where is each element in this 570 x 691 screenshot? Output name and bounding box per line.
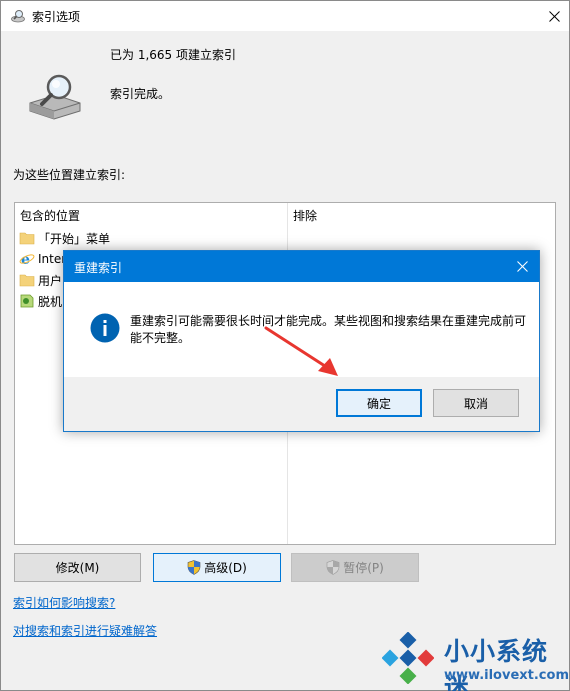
dialog-titlebar: 重建索引 [64, 251, 539, 282]
location-label: Inter [38, 252, 67, 266]
location-label: 用户 [38, 273, 63, 288]
pause-button[interactable]: 暂停(P) [291, 553, 419, 582]
folder-icon [19, 274, 35, 287]
location-label: 「开始」菜单 [38, 231, 111, 246]
svg-text:e: e [21, 252, 30, 267]
column-header-included[interactable]: 包含的位置 [20, 207, 80, 224]
cancel-button[interactable]: 取消 [433, 389, 519, 417]
location-row-offline-files[interactable]: 脱机 [19, 291, 62, 311]
pause-button-label: 暂停(P) [343, 561, 384, 575]
index-locations-label: 为这些位置建立索引: [13, 168, 126, 182]
watermark-url: www.ilovext.com [444, 668, 569, 683]
dialog-message: 重建索引可能需要很长时间才能完成。某些视图和搜索结果在重建完成前可能不完整。 [130, 314, 527, 345]
modify-button-label: 修改(M) [55, 561, 100, 575]
uac-shield-icon [187, 560, 201, 575]
location-label: 脱机 [38, 294, 63, 309]
offline-files-icon [20, 294, 34, 308]
info-icon [90, 313, 120, 343]
location-row-start-menu[interactable]: 「开始」菜单 [19, 228, 110, 248]
dialog-title: 重建索引 [74, 261, 123, 275]
advanced-button[interactable]: 高级(D) [153, 553, 281, 582]
internet-explorer-icon: e [19, 252, 35, 267]
window-titlebar: 索引选项 [1, 1, 569, 31]
close-icon [516, 261, 528, 272]
location-row-internet-explorer[interactable]: e Inter [19, 249, 66, 269]
indexing-options-icon [11, 10, 25, 23]
rebuild-index-dialog: 重建索引 重建索引可能需要很长时间才能完成。某些视图和搜索结果在重建完成前可能不… [63, 250, 540, 432]
indexing-status: 索引完成。 [110, 87, 171, 101]
advanced-button-label: 高级(D) [204, 561, 247, 575]
window-title: 索引选项 [32, 10, 81, 24]
how-indexing-affects-search-link[interactable]: 索引如何影响搜索? [13, 594, 115, 611]
index-drive-search-icon [29, 74, 81, 120]
ok-button[interactable]: 确定 [336, 389, 422, 417]
dialog-button-bar: 确定 取消 [64, 377, 539, 431]
troubleshoot-search-link[interactable]: 对搜索和索引进行疑难解答 [13, 622, 157, 639]
cancel-button-label: 取消 [463, 396, 488, 411]
location-row-users[interactable]: 用户 [19, 270, 62, 290]
site-logo-icon [382, 632, 434, 684]
ok-button-label: 确定 [366, 396, 391, 411]
indexed-item-count: 已为 1,665 项建立索引 [110, 48, 236, 62]
folder-icon [19, 232, 35, 245]
column-header-excluded[interactable]: 排除 [293, 207, 317, 224]
dialog-close-button[interactable] [505, 251, 539, 282]
modify-button[interactable]: 修改(M) [14, 553, 141, 582]
uac-shield-icon [326, 560, 340, 575]
close-icon [548, 10, 560, 22]
site-watermark: 小小系统迷 www.ilovext.com [382, 628, 569, 691]
window-close-button[interactable] [539, 1, 569, 31]
